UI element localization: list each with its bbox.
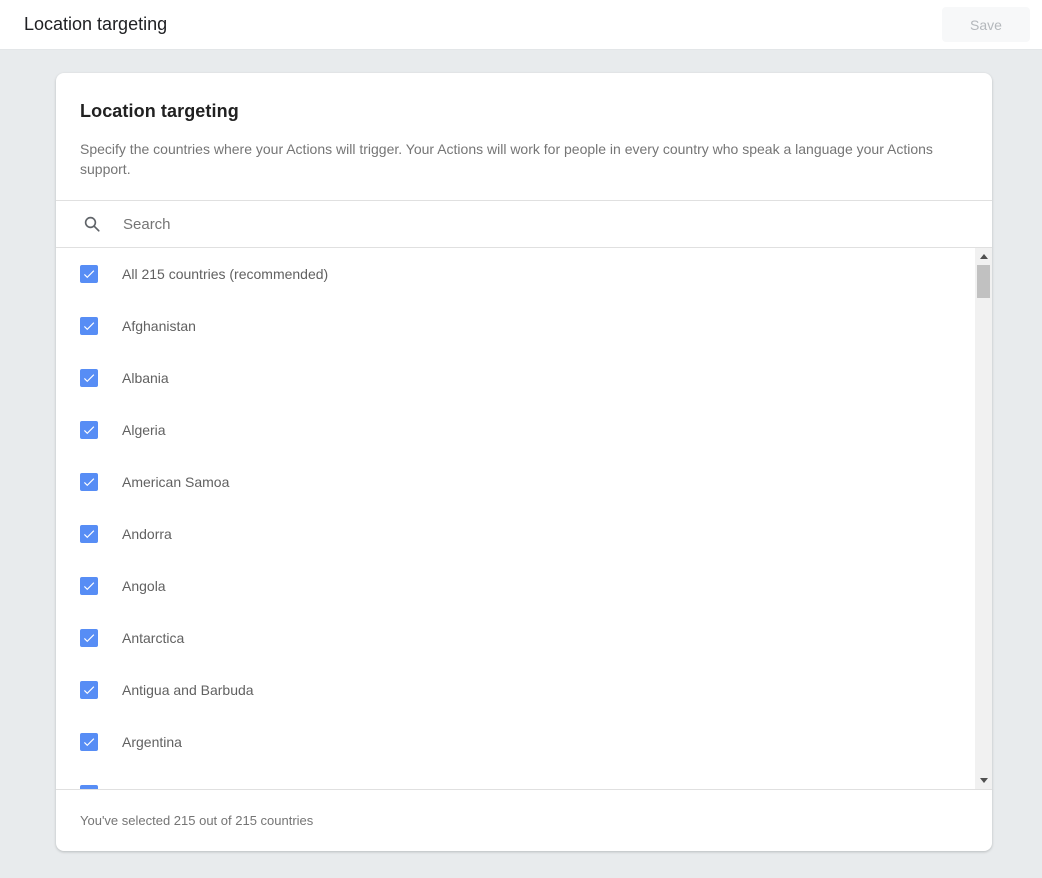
country-checkbox[interactable] [80, 473, 98, 491]
country-row[interactable]: Antigua and Barbuda [56, 664, 992, 716]
country-row[interactable]: Antarctica [56, 612, 992, 664]
country-row[interactable] [56, 768, 992, 789]
country-row[interactable]: American Samoa [56, 456, 992, 508]
selection-summary: You've selected 215 out of 215 countries [80, 813, 313, 828]
country-checkbox[interactable] [80, 421, 98, 439]
location-targeting-card: Location targeting Specify the countries… [56, 73, 992, 851]
checkmark-icon [82, 683, 96, 697]
checkmark-icon [82, 579, 96, 593]
scrollbar[interactable] [975, 248, 992, 789]
country-label: Algeria [122, 422, 166, 438]
checkmark-icon [82, 319, 96, 333]
country-checkbox[interactable] [80, 629, 98, 647]
card-description: Specify the countries where your Actions… [80, 139, 948, 179]
country-label: Antigua and Barbuda [122, 682, 254, 698]
country-row[interactable]: Angola [56, 560, 992, 612]
scrollbar-thumb[interactable] [977, 265, 990, 298]
scroll-down-button[interactable] [975, 772, 992, 789]
country-label: Afghanistan [122, 318, 196, 334]
country-list: All 215 countries (recommended) Afghanis… [56, 248, 992, 789]
checkmark-icon [82, 475, 96, 489]
search-row [56, 200, 992, 248]
search-input[interactable] [123, 216, 992, 233]
top-bar: Location targeting Save [0, 0, 1042, 50]
country-label: Albania [122, 370, 169, 386]
country-checkbox[interactable] [80, 577, 98, 595]
country-checkbox[interactable] [80, 265, 98, 283]
checkmark-icon [82, 787, 96, 789]
search-icon [83, 215, 101, 233]
checkmark-icon [82, 735, 96, 749]
page-title: Location targeting [24, 14, 167, 35]
country-row[interactable]: Albania [56, 352, 992, 404]
country-checkbox[interactable] [80, 317, 98, 335]
country-label: Antarctica [122, 630, 184, 646]
country-checkbox[interactable] [80, 525, 98, 543]
checkmark-icon [82, 267, 96, 281]
country-row[interactable]: Andorra [56, 508, 992, 560]
country-label: All 215 countries (recommended) [122, 266, 328, 282]
country-row[interactable]: All 215 countries (recommended) [56, 248, 992, 300]
country-label: American Samoa [122, 474, 229, 490]
country-label: Andorra [122, 526, 172, 542]
country-checkbox[interactable] [80, 785, 98, 789]
checkmark-icon [82, 371, 96, 385]
country-checkbox[interactable] [80, 681, 98, 699]
card-heading: Location targeting [80, 101, 968, 122]
scroll-up-icon [980, 254, 988, 259]
scroll-up-button[interactable] [975, 248, 992, 265]
country-checkbox[interactable] [80, 369, 98, 387]
checkmark-icon [82, 527, 96, 541]
country-label: Angola [122, 578, 166, 594]
country-label: Argentina [122, 734, 182, 750]
country-row[interactable]: Argentina [56, 716, 992, 768]
country-checkbox[interactable] [80, 733, 98, 751]
scroll-down-icon [980, 778, 988, 783]
checkmark-icon [82, 631, 96, 645]
country-row[interactable]: Algeria [56, 404, 992, 456]
card-header: Location targeting Specify the countries… [56, 73, 992, 200]
checkmark-icon [82, 423, 96, 437]
card-footer: You've selected 215 out of 215 countries [56, 789, 992, 851]
save-button[interactable]: Save [942, 7, 1030, 42]
country-row[interactable]: Afghanistan [56, 300, 992, 352]
